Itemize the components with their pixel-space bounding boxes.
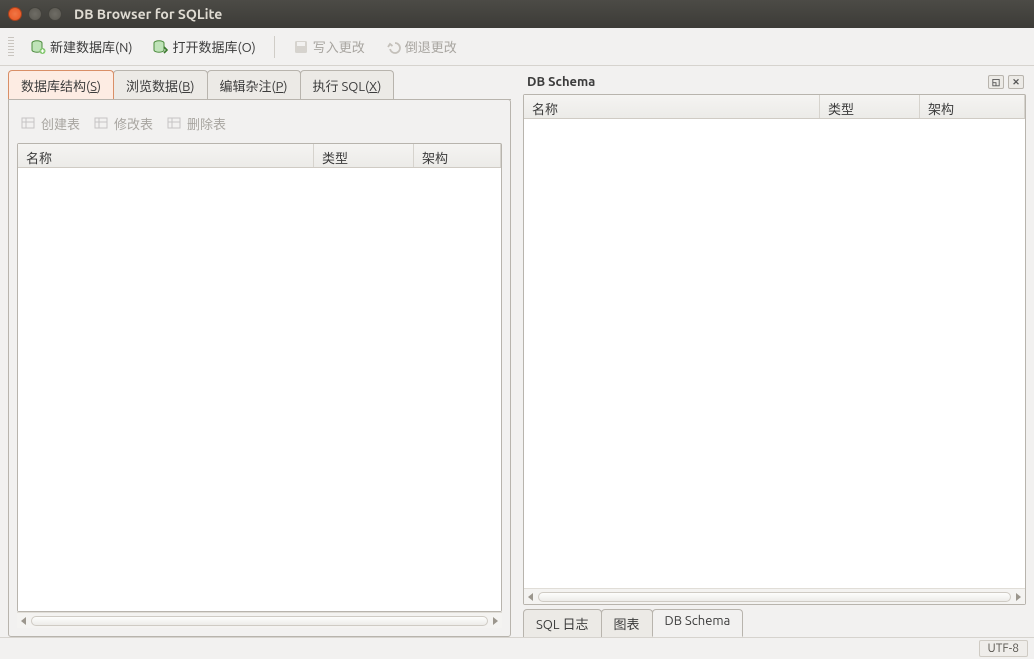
table-plus-icon: [21, 116, 37, 132]
write-changes-label: 写入更改: [313, 37, 365, 56]
toolbar-separator: [274, 36, 275, 58]
tab-execute-sql[interactable]: 执行 SQL(X): [300, 70, 395, 99]
open-database-label: 打开数据库(O): [172, 37, 255, 56]
schema-table: 名称 类型 架构: [523, 94, 1026, 605]
encoding-indicator[interactable]: UTF-8: [979, 640, 1028, 657]
table-edit-icon: [94, 116, 110, 132]
main-tabs: 数据库结构(S) 浏览数据(B) 编辑杂注(P) 执行 SQL(X): [8, 72, 511, 100]
col-name[interactable]: 名称: [18, 144, 314, 167]
right-bottom-tabs: SQL 日志 图表 DB Schema: [523, 609, 1026, 637]
window-titlebar: DB Browser for SQLite: [0, 0, 1034, 28]
delete-table-button: 删除表: [167, 114, 226, 133]
revert-changes-button: 倒退更改: [377, 33, 465, 60]
window-maximize-button[interactable]: [48, 7, 62, 21]
new-database-label: 新建数据库(N): [50, 37, 132, 56]
modify-table-button: 修改表: [94, 114, 153, 133]
tab-sql-log[interactable]: SQL 日志: [523, 609, 602, 637]
col-schema[interactable]: 架构: [414, 144, 501, 167]
write-changes-button: 写入更改: [285, 33, 373, 60]
table-delete-icon: [167, 116, 183, 132]
undo-icon: [385, 39, 401, 55]
right-pane: DB Schema ◱ ✕ 名称 类型 架构 SQL 日志 图表 DB Sche…: [523, 72, 1026, 637]
main-toolbar: 新建数据库(N) 打开数据库(O) 写入更改 倒退更改: [0, 28, 1034, 66]
new-database-button[interactable]: 新建数据库(N): [22, 33, 140, 60]
tab-database-structure[interactable]: 数据库结构(S): [8, 70, 114, 99]
save-icon: [293, 39, 309, 55]
schema-table-body[interactable]: [524, 119, 1025, 588]
window-buttons: [8, 7, 62, 21]
database-open-icon: [152, 39, 168, 55]
modify-table-label: 修改表: [114, 114, 153, 133]
delete-table-label: 删除表: [187, 114, 226, 133]
structure-table: 名称 类型 架构: [17, 143, 502, 612]
structure-table-body[interactable]: [18, 168, 501, 611]
table-toolbar: 创建表 修改表 删除表: [17, 108, 502, 143]
tab-db-schema[interactable]: DB Schema: [652, 609, 744, 637]
window-close-button[interactable]: [8, 7, 22, 21]
structure-panel: 创建表 修改表 删除表 名称 类型 架构: [8, 99, 511, 637]
content-area: 数据库结构(S) 浏览数据(B) 编辑杂注(P) 执行 SQL(X) 创建表 修…: [0, 66, 1034, 637]
structure-table-header: 名称 类型 架构: [18, 144, 501, 168]
schema-hscrollbar[interactable]: [524, 588, 1025, 604]
dock-close-button[interactable]: ✕: [1008, 75, 1024, 89]
col-name[interactable]: 名称: [524, 95, 820, 118]
create-table-button: 创建表: [21, 114, 80, 133]
tab-chart[interactable]: 图表: [601, 609, 653, 637]
db-schema-dock-header: DB Schema ◱ ✕: [523, 72, 1026, 94]
db-schema-title: DB Schema: [527, 75, 595, 89]
dock-detach-button[interactable]: ◱: [988, 75, 1004, 89]
window-minimize-button[interactable]: [28, 7, 42, 21]
revert-changes-label: 倒退更改: [405, 37, 457, 56]
left-pane: 数据库结构(S) 浏览数据(B) 编辑杂注(P) 执行 SQL(X) 创建表 修…: [8, 72, 511, 637]
schema-table-header: 名称 类型 架构: [524, 95, 1025, 119]
col-schema[interactable]: 架构: [920, 95, 1025, 118]
tab-edit-pragmas[interactable]: 编辑杂注(P): [207, 70, 301, 99]
statusbar: UTF-8: [0, 637, 1034, 659]
database-plus-icon: [30, 39, 46, 55]
window-title: DB Browser for SQLite: [74, 6, 222, 22]
toolbar-grip[interactable]: [8, 37, 14, 57]
create-table-label: 创建表: [41, 114, 80, 133]
tab-browse-data[interactable]: 浏览数据(B): [113, 70, 207, 99]
open-database-button[interactable]: 打开数据库(O): [144, 33, 263, 60]
dock-buttons: ◱ ✕: [988, 75, 1024, 89]
col-type[interactable]: 类型: [314, 144, 414, 167]
col-type[interactable]: 类型: [820, 95, 920, 118]
structure-hscrollbar[interactable]: [17, 612, 502, 628]
